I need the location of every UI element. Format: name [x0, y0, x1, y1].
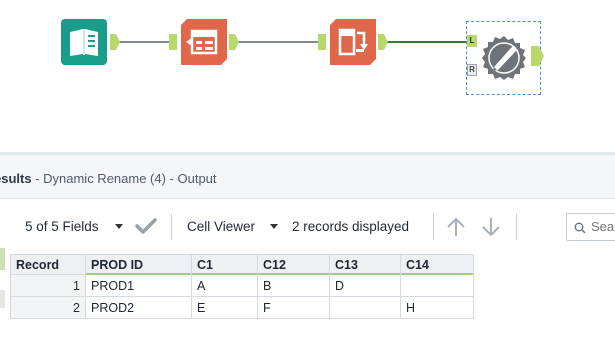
- output-anchor[interactable]: [378, 34, 388, 55]
- column-header-record[interactable]: Record: [10, 254, 86, 275]
- table-cell[interactable]: A: [191, 274, 258, 297]
- results-toolbar: 5 of 5 Fields Cell Viewer 2 records disp…: [0, 200, 615, 252]
- column-type-underline: [330, 273, 400, 275]
- column-type-underline: [401, 273, 473, 275]
- arrow-up-icon[interactable]: [445, 216, 467, 243]
- input-anchor[interactable]: [318, 34, 326, 55]
- column-header-label: C13: [335, 257, 358, 272]
- search-icon: [574, 221, 586, 239]
- select-records-tool[interactable]: [181, 19, 227, 65]
- table-cell[interactable]: F: [257, 296, 330, 319]
- cell-viewer-dropdown[interactable]: Cell Viewer: [187, 219, 255, 234]
- connection-line[interactable]: [238, 41, 320, 43]
- column-header-label: PROD ID: [91, 257, 144, 272]
- table-cell[interactable]: D: [329, 274, 401, 297]
- column-header-label: Record: [16, 257, 60, 272]
- input-anchor-l[interactable]: L: [467, 35, 477, 47]
- results-header: esults - Dynamic Rename (4) - Output: [0, 155, 615, 199]
- column-header-label: C14: [406, 257, 429, 272]
- table-cell[interactable]: [400, 274, 474, 297]
- input-data-tool[interactable]: [61, 19, 107, 65]
- side-panel-edge: [0, 290, 5, 308]
- column-header-prod-id[interactable]: PROD ID: [85, 254, 192, 275]
- column-type-underline: [192, 273, 257, 275]
- gear-pen-icon: [482, 36, 526, 80]
- output-anchor[interactable]: [229, 34, 239, 55]
- table-cell[interactable]: E: [191, 296, 258, 319]
- book-icon: [61, 19, 107, 65]
- column-header-c1[interactable]: C1: [191, 254, 258, 275]
- render-tool[interactable]: [481, 35, 527, 81]
- select-records-icon: [181, 19, 227, 65]
- input-anchor[interactable]: [169, 34, 177, 55]
- record-number-cell[interactable]: 1: [10, 274, 86, 297]
- column-type-underline: [86, 273, 191, 275]
- column-header-label: C1: [197, 257, 213, 272]
- column-type-underline: [258, 273, 329, 275]
- results-title-label: esults: [0, 171, 32, 186]
- workflow-canvas[interactable]: L R: [0, 0, 615, 152]
- column-header-c14[interactable]: C14: [400, 254, 474, 275]
- records-count: 2 records displayed: [292, 219, 410, 234]
- output-anchor[interactable]: [531, 46, 544, 71]
- side-panel-edge: [0, 248, 5, 270]
- table-row[interactable]: 2 PROD2 E F H: [10, 296, 474, 319]
- table-cell[interactable]: PROD1: [85, 274, 192, 297]
- cell-viewer-caret-icon[interactable]: [270, 224, 278, 229]
- column-header-c12[interactable]: C12: [257, 254, 330, 275]
- table-cell[interactable]: [329, 296, 401, 319]
- connection-line[interactable]: [118, 41, 170, 43]
- search-box[interactable]: [566, 213, 615, 241]
- results-title: esults - Dynamic Rename (4) - Output: [0, 171, 217, 186]
- toolbar-divider: [171, 214, 172, 240]
- column-header-c13[interactable]: C13: [329, 254, 401, 275]
- record-number-cell[interactable]: 2: [10, 296, 86, 319]
- fields-dropdown[interactable]: 5 of 5 Fields: [25, 219, 99, 234]
- output-anchor[interactable]: [110, 34, 120, 55]
- designer-window: L R esults - Dynamic Rename (4) - Output…: [0, 0, 615, 348]
- dynamic-rename-icon: [330, 19, 376, 65]
- table-row[interactable]: 1 PROD1 A B D: [10, 274, 474, 297]
- table-cell[interactable]: H: [400, 296, 474, 319]
- grid-header-row: Record PROD ID C1 C12 C13 C14: [10, 254, 474, 275]
- fields-dropdown-caret-icon[interactable]: [115, 224, 123, 229]
- dynamic-rename-tool[interactable]: [330, 19, 376, 65]
- toolbar-divider: [433, 214, 434, 240]
- search-input[interactable]: [591, 219, 615, 234]
- apply-check-icon[interactable]: [135, 217, 157, 240]
- arrow-down-icon[interactable]: [480, 216, 502, 243]
- toolbar-divider: [516, 214, 517, 240]
- column-header-label: C12: [263, 257, 286, 272]
- connection-line[interactable]: [382, 41, 468, 43]
- results-title-context: - Dynamic Rename (4) - Output: [31, 171, 217, 186]
- table-cell[interactable]: B: [257, 274, 330, 297]
- table-cell[interactable]: PROD2: [85, 296, 192, 319]
- results-grid[interactable]: Record PROD ID C1 C12 C13 C14 1 PROD1 A …: [10, 254, 474, 319]
- input-anchor-r[interactable]: R: [467, 64, 477, 76]
